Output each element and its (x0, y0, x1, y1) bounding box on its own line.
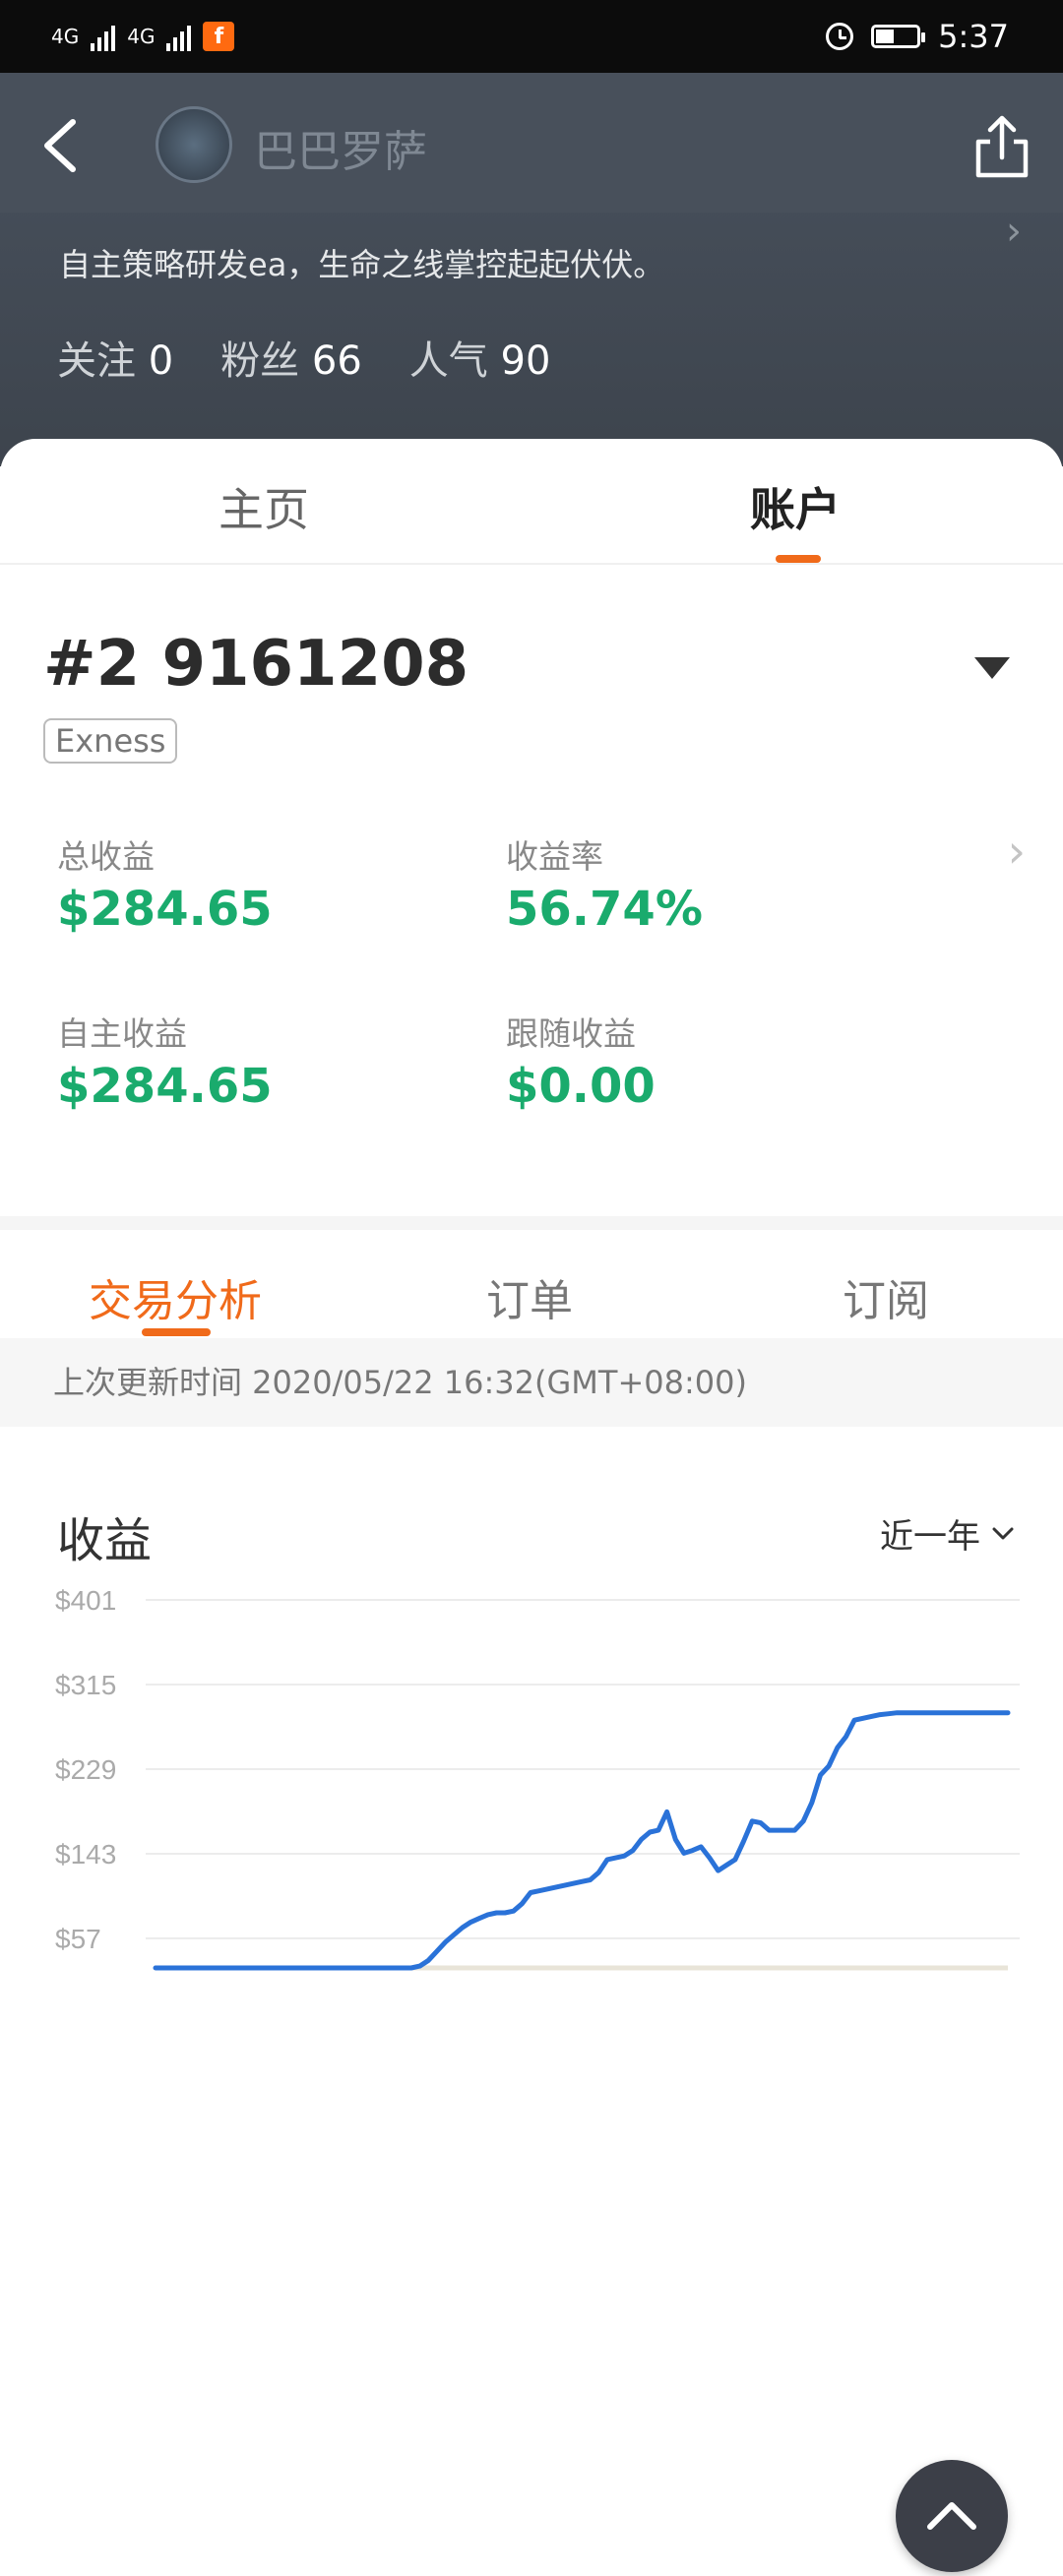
battery-icon (871, 25, 926, 48)
signal-icon (91, 22, 116, 51)
alarm-icon (826, 23, 854, 50)
chevron-up-icon (927, 2502, 976, 2530)
metric-return-rate-value: 56.74% (506, 882, 703, 937)
bio-chevron-right-icon[interactable]: › (1006, 209, 1022, 254)
tab-orders[interactable]: 订单 (486, 1265, 573, 1328)
tab-home[interactable]: 主页 (219, 474, 309, 539)
last-update-time: 上次更新时间 2020/05/22 16:32(GMT+08:00) (0, 1338, 1063, 1427)
chevron-down-icon (992, 1527, 1014, 1539)
metric-follow-profit-label: 跟随收益 (506, 1014, 636, 1053)
sub-tab-active-indicator (142, 1328, 211, 1336)
nav-username: 巴巴罗萨 (254, 127, 427, 177)
metric-total-profit-value: $284.65 (57, 882, 273, 937)
y-tick-label: $315 (55, 1670, 116, 1700)
profile-stats: 关注 0 粉丝 66 人气 90 (57, 329, 550, 386)
network-label-1: 4G (51, 25, 80, 48)
section-divider (0, 1216, 1063, 1230)
status-right: 5:37 (826, 18, 1009, 55)
account-number: #2 9161208 (43, 628, 469, 701)
time-range-select[interactable]: 近一年 (880, 1509, 1014, 1558)
status-bar: 4G 4G f 5:37 (0, 0, 1063, 73)
profit-section-title: 收益 (57, 1513, 153, 1568)
y-tick-label: $401 (55, 1585, 116, 1616)
metric-follow-profit-value: $0.00 (506, 1059, 656, 1114)
profile-bio: 自主策略研发ea，生命之线掌控起起伏伏。 (59, 246, 665, 283)
stat-popularity: 人气 90 (408, 338, 551, 384)
metric-return-rate-label: 收益率 (506, 837, 603, 876)
account-card: 主页 账户 #2 9161208 Exness 总收益 $284.65 收益率 … (0, 439, 1063, 2572)
tab-subscriptions[interactable]: 订阅 (843, 1265, 929, 1328)
account-dropdown-icon[interactable] (974, 657, 1010, 679)
tab-active-indicator (776, 555, 821, 563)
analysis-sub-tabs: 交易分析 订单 订阅 (0, 1230, 1063, 1338)
stat-following[interactable]: 关注 0 (57, 329, 173, 386)
time-range-label: 近一年 (880, 1517, 980, 1557)
network-label-2: 4G (127, 25, 156, 48)
metrics-chevron-right-icon[interactable]: › (1008, 825, 1026, 878)
tab-trade-analysis[interactable]: 交易分析 (89, 1265, 262, 1328)
share-icon[interactable] (974, 114, 1030, 179)
y-tick-label: $57 (55, 1924, 101, 1954)
scroll-to-top-button[interactable] (896, 2460, 1008, 2572)
profit-series-line (153, 1710, 1011, 1971)
stat-followers[interactable]: 粉丝 66 (220, 329, 362, 386)
profit-line-chart: $401 $315 $229 $143 $57 (55, 1585, 1020, 1971)
broker-tag: Exness (43, 718, 178, 764)
back-icon[interactable] (37, 116, 87, 175)
status-time: 5:37 (938, 18, 1009, 55)
tab-account[interactable]: 账户 (750, 474, 841, 539)
signal-icon-2 (166, 22, 192, 51)
app-notification-icon: f (203, 22, 235, 51)
metric-total-profit-label: 总收益 (57, 837, 155, 876)
top-tabs: 主页 账户 (0, 439, 1063, 565)
avatar[interactable] (156, 106, 232, 183)
top-nav-bar: 巴巴罗萨 (0, 73, 1063, 213)
y-tick-label: $229 (55, 1754, 116, 1785)
metric-own-profit-label: 自主收益 (57, 1014, 187, 1053)
metric-own-profit-value: $284.65 (57, 1059, 273, 1114)
y-tick-label: $143 (55, 1839, 116, 1870)
status-left: 4G 4G f (51, 22, 235, 51)
